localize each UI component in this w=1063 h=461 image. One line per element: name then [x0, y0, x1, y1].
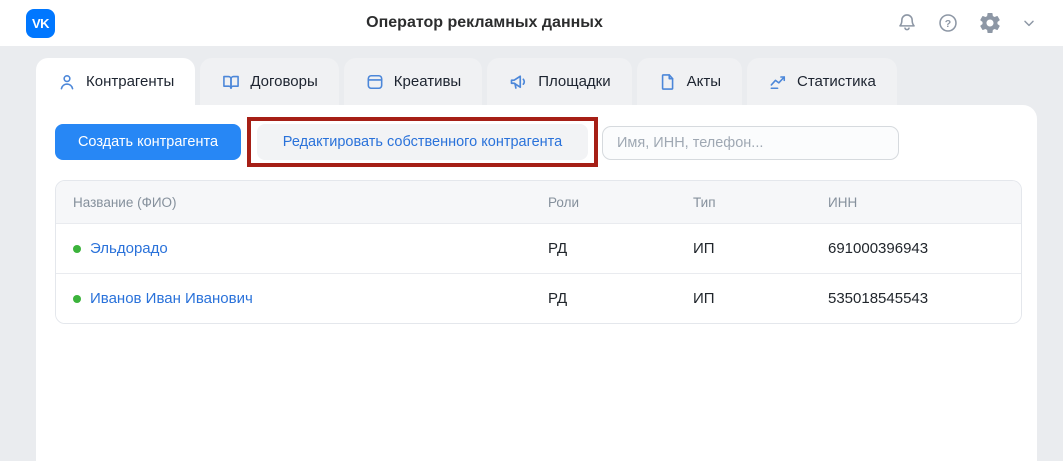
tab-platforms[interactable]: Площадки	[487, 58, 631, 105]
tab-contracts[interactable]: Договоры	[200, 58, 338, 105]
bell-icon[interactable]	[896, 12, 918, 34]
header-icons: ?	[896, 11, 1037, 35]
tab-statistics[interactable]: Статистика	[747, 58, 897, 105]
vk-logo-text: VK	[32, 16, 49, 31]
status-dot	[73, 245, 81, 253]
table-row: Эльдорадо РД ИП 691000396943	[56, 223, 1021, 273]
column-header-name: Название (ФИО)	[56, 195, 546, 210]
tab-counterparties[interactable]: Контрагенты	[36, 58, 195, 105]
roles-cell: РД	[546, 290, 691, 307]
inn-cell: 691000396943	[826, 240, 1021, 257]
column-header-inn: ИНН	[826, 195, 1021, 210]
tab-acts[interactable]: Акты	[637, 58, 742, 105]
create-counterparty-button[interactable]: Создать контрагента	[55, 124, 241, 160]
tab-label: Статистика	[797, 73, 876, 90]
tab-label: Креативы	[394, 73, 461, 90]
help-icon[interactable]: ?	[937, 12, 959, 34]
search-input[interactable]	[602, 126, 899, 160]
chevron-down-icon[interactable]	[1021, 15, 1037, 31]
app-header: VK Оператор рекламных данных ?	[0, 0, 1063, 46]
counterparty-link[interactable]: Иванов Иван Иванович	[90, 290, 253, 307]
tab-label: Площадки	[538, 73, 610, 90]
status-dot	[73, 295, 81, 303]
table-row: Иванов Иван Иванович РД ИП 535018545543	[56, 273, 1021, 323]
roles-cell: РД	[546, 240, 691, 257]
gear-icon[interactable]	[978, 11, 1002, 35]
red-highlight-annotation: Редактировать собственного контрагента	[247, 117, 598, 167]
tab-bar: Контрагенты Договоры Креативы Площадки А…	[0, 58, 1063, 105]
column-header-roles: Роли	[546, 195, 691, 210]
book-icon	[221, 72, 241, 92]
counterparties-table: Название (ФИО) Роли Тип ИНН Эльдорадо РД…	[55, 180, 1022, 324]
edit-own-counterparty-button[interactable]: Редактировать собственного контрагента	[257, 124, 588, 160]
chart-icon	[768, 72, 788, 92]
person-icon	[57, 72, 77, 92]
table-header: Название (ФИО) Роли Тип ИНН	[56, 181, 1021, 223]
type-cell: ИП	[691, 290, 826, 307]
vk-logo[interactable]: VK	[26, 9, 55, 38]
table-body: Эльдорадо РД ИП 691000396943 Иванов Иван…	[56, 223, 1021, 323]
document-icon	[658, 72, 678, 92]
toolbar: Создать контрагента Редактировать собств…	[36, 105, 1037, 180]
counterparty-link[interactable]: Эльдорадо	[90, 240, 168, 257]
name-cell: Эльдорадо	[56, 240, 546, 257]
page-title: Оператор рекламных данных	[366, 14, 603, 32]
inn-cell: 535018545543	[826, 290, 1021, 307]
content-card: Создать контрагента Редактировать собств…	[36, 105, 1037, 461]
tab-creatives[interactable]: Креативы	[344, 58, 482, 105]
tab-label: Контрагенты	[86, 73, 174, 90]
window-icon	[365, 72, 385, 92]
tab-label: Договоры	[250, 73, 317, 90]
megaphone-icon	[508, 71, 529, 92]
column-header-type: Тип	[691, 195, 826, 210]
tab-label: Акты	[687, 73, 721, 90]
svg-text:?: ?	[945, 18, 951, 30]
type-cell: ИП	[691, 240, 826, 257]
name-cell: Иванов Иван Иванович	[56, 290, 546, 307]
